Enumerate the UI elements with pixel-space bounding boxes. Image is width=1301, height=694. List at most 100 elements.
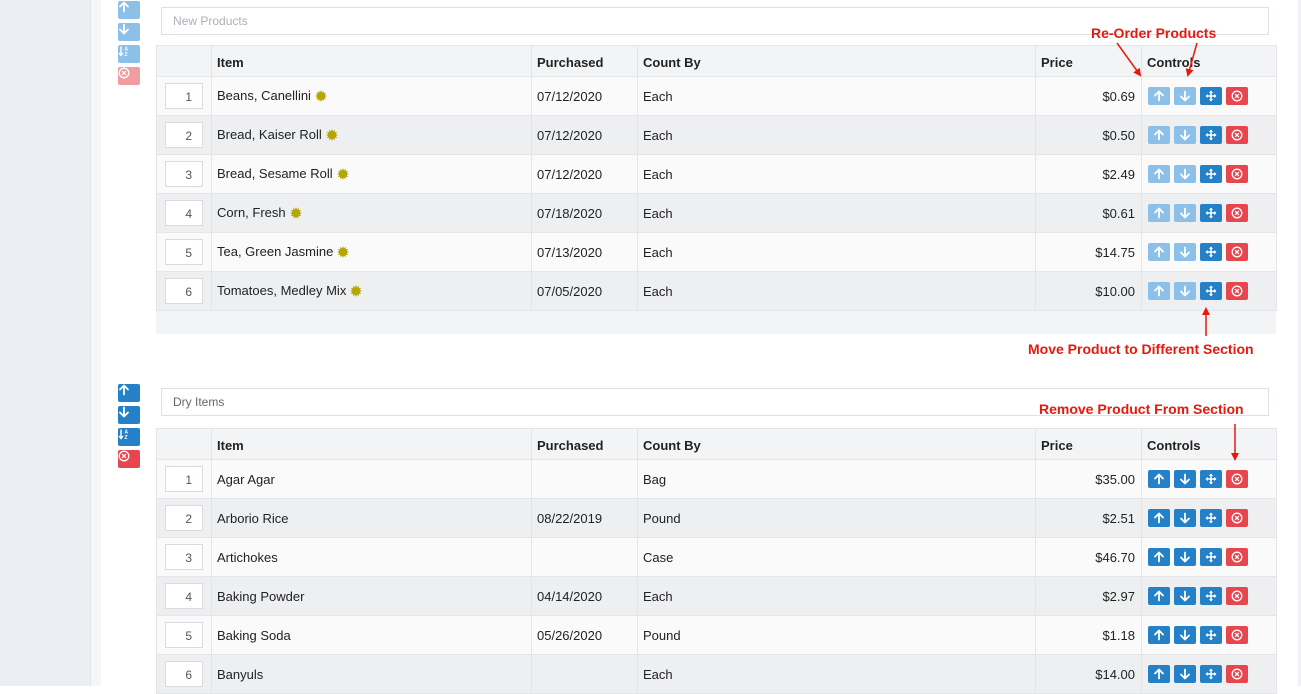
sort-order-input[interactable]: 1 bbox=[165, 466, 203, 492]
move-product-up-button[interactable] bbox=[1148, 87, 1170, 105]
move-product-down-button[interactable] bbox=[1174, 626, 1196, 644]
section-delete-button[interactable] bbox=[118, 450, 140, 468]
row-controls-cell bbox=[1141, 537, 1277, 577]
remove-product-button[interactable] bbox=[1226, 243, 1248, 261]
move-product-down-button[interactable] bbox=[1174, 282, 1196, 300]
annotation-remove: Remove Product From Section bbox=[1039, 401, 1244, 417]
move-product-up-button[interactable] bbox=[1148, 282, 1170, 300]
section-move-up-button[interactable] bbox=[118, 1, 140, 19]
remove-product-button[interactable] bbox=[1226, 548, 1248, 566]
move-to-section-button[interactable] bbox=[1200, 204, 1222, 222]
count-by-cell: Each bbox=[637, 154, 1036, 194]
move-to-section-button[interactable] bbox=[1200, 243, 1222, 261]
remove-product-button[interactable] bbox=[1226, 626, 1248, 644]
move-product-up-button[interactable] bbox=[1148, 587, 1170, 605]
price-cell: $0.50 bbox=[1035, 115, 1142, 155]
item-cell: Tomatoes, Medley Mix bbox=[211, 271, 532, 311]
move-product-down-button[interactable] bbox=[1174, 243, 1196, 261]
move-product-down-button[interactable] bbox=[1174, 548, 1196, 566]
section-sort-button[interactable]: AZ bbox=[118, 428, 140, 446]
table-row: 5 Baking Soda 05/26/2020 Pound $1.18 bbox=[156, 615, 1277, 655]
move-product-down-button[interactable] bbox=[1174, 204, 1196, 222]
move-product-down-button[interactable] bbox=[1174, 87, 1196, 105]
row-index-cell: 1 bbox=[156, 459, 212, 499]
remove-product-button[interactable] bbox=[1226, 126, 1248, 144]
move-to-section-button[interactable] bbox=[1200, 126, 1222, 144]
move-to-section-button[interactable] bbox=[1200, 470, 1222, 488]
move-to-section-button[interactable] bbox=[1200, 626, 1222, 644]
sort-order-input[interactable]: 4 bbox=[165, 583, 203, 609]
section-controls: AZ bbox=[118, 384, 140, 472]
move-product-down-button[interactable] bbox=[1174, 165, 1196, 183]
price-cell: $35.00 bbox=[1035, 459, 1142, 499]
annotation-move-section: Move Product to Different Section bbox=[1028, 341, 1254, 357]
sort-order-input[interactable]: 2 bbox=[165, 505, 203, 531]
move-product-up-button[interactable] bbox=[1148, 665, 1170, 683]
remove-product-button[interactable] bbox=[1226, 165, 1248, 183]
remove-product-button[interactable] bbox=[1226, 587, 1248, 605]
section-delete-button[interactable] bbox=[118, 67, 140, 85]
sort-order-input[interactable]: 3 bbox=[165, 161, 203, 187]
remove-product-button[interactable] bbox=[1226, 282, 1248, 300]
move-to-section-button[interactable] bbox=[1200, 587, 1222, 605]
sort-order-input[interactable]: 6 bbox=[165, 661, 203, 687]
move-to-section-button[interactable] bbox=[1200, 165, 1222, 183]
move-product-up-button[interactable] bbox=[1148, 126, 1170, 144]
move-to-section-button[interactable] bbox=[1200, 548, 1222, 566]
purchased-cell: 07/13/2020 bbox=[531, 232, 638, 272]
remove-product-button[interactable] bbox=[1226, 204, 1248, 222]
table-header-row: Item Purchased Count By Price Controls bbox=[156, 45, 1277, 77]
move-product-down-button[interactable] bbox=[1174, 470, 1196, 488]
remove-product-button[interactable] bbox=[1226, 665, 1248, 683]
section-move-down-button[interactable] bbox=[118, 406, 140, 424]
row-controls-cell bbox=[1141, 271, 1277, 311]
move-to-section-button[interactable] bbox=[1200, 509, 1222, 527]
sort-order-input[interactable]: 1 bbox=[165, 83, 203, 109]
move-product-up-button[interactable] bbox=[1148, 165, 1170, 183]
move-product-up-button[interactable] bbox=[1148, 204, 1170, 222]
move-product-down-button[interactable] bbox=[1174, 509, 1196, 527]
row-index-cell: 5 bbox=[156, 232, 212, 272]
purchased-cell: 05/26/2020 bbox=[531, 615, 638, 655]
item-cell: Agar Agar bbox=[211, 459, 532, 499]
move-product-up-button[interactable] bbox=[1148, 548, 1170, 566]
sort-order-input[interactable]: 5 bbox=[165, 239, 203, 265]
item-cell: Arborio Rice bbox=[211, 498, 532, 538]
section-sort-button[interactable]: AZ bbox=[118, 45, 140, 63]
item-name: Tea, Green Jasmine bbox=[217, 243, 334, 259]
item-name: Beans, Canellini bbox=[217, 87, 311, 103]
column-header-item: Item bbox=[211, 428, 532, 460]
remove-product-button[interactable] bbox=[1226, 509, 1248, 527]
sort-order-input[interactable]: 6 bbox=[165, 278, 203, 304]
item-cell: Baking Powder bbox=[211, 576, 532, 616]
move-to-section-button[interactable] bbox=[1200, 665, 1222, 683]
remove-product-button[interactable] bbox=[1226, 87, 1248, 105]
purchased-cell: 08/22/2019 bbox=[531, 498, 638, 538]
row-index-cell: 4 bbox=[156, 193, 212, 233]
move-product-down-button[interactable] bbox=[1174, 126, 1196, 144]
table-row: 1 Agar Agar Bag $35.00 bbox=[156, 459, 1277, 499]
move-product-up-button[interactable] bbox=[1148, 243, 1170, 261]
item-cell: Beans, Canellini bbox=[211, 76, 532, 116]
move-to-section-button[interactable] bbox=[1200, 87, 1222, 105]
remove-product-button[interactable] bbox=[1226, 470, 1248, 488]
column-header-item: Item bbox=[211, 45, 532, 77]
item-name: Baking Soda bbox=[217, 627, 291, 643]
row-controls-cell bbox=[1141, 115, 1277, 155]
move-product-up-button[interactable] bbox=[1148, 626, 1170, 644]
move-product-up-button[interactable] bbox=[1148, 509, 1170, 527]
move-product-up-button[interactable] bbox=[1148, 470, 1170, 488]
price-cell: $14.00 bbox=[1035, 654, 1142, 694]
svg-text:Z: Z bbox=[125, 52, 128, 57]
sort-order-input[interactable]: 5 bbox=[165, 622, 203, 648]
sort-order-input[interactable]: 2 bbox=[165, 122, 203, 148]
section-move-down-button[interactable] bbox=[118, 23, 140, 41]
row-controls-cell bbox=[1141, 615, 1277, 655]
move-product-down-button[interactable] bbox=[1174, 665, 1196, 683]
move-to-section-button[interactable] bbox=[1200, 282, 1222, 300]
sort-order-input[interactable]: 3 bbox=[165, 544, 203, 570]
sort-order-input[interactable]: 4 bbox=[165, 200, 203, 226]
section-move-up-button[interactable] bbox=[118, 384, 140, 402]
move-product-down-button[interactable] bbox=[1174, 587, 1196, 605]
row-index-cell: 3 bbox=[156, 154, 212, 194]
